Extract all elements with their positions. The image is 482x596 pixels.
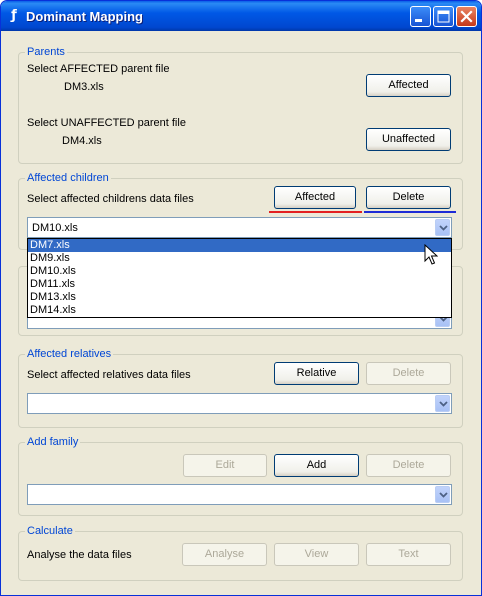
list-item[interactable]: DM14.xls	[28, 304, 451, 317]
window-title: Dominant Mapping	[26, 9, 143, 24]
blue-annotation-underline	[364, 211, 456, 213]
calculate-legend: Calculate	[25, 524, 75, 538]
affected-children-button[interactable]: Affected	[274, 186, 356, 209]
affected-children-delete-button[interactable]: Delete	[366, 186, 451, 209]
add-family-legend: Add family	[25, 435, 81, 449]
add-family-delete-button[interactable]: Delete	[366, 454, 451, 477]
text-button[interactable]: Text	[366, 543, 451, 566]
main-window: ƒ Dominant Mapping Parents Select AFFECT…	[0, 0, 482, 596]
title-bar[interactable]: ƒ Dominant Mapping	[1, 1, 481, 31]
chevron-down-icon[interactable]	[435, 219, 450, 236]
minimize-button[interactable]	[410, 6, 431, 27]
maximize-button[interactable]	[433, 6, 454, 27]
calculate-prompt: Analyse the data files	[27, 549, 132, 561]
affected-children-prompt: Select affected childrens data files	[27, 193, 194, 205]
add-button[interactable]: Add	[274, 454, 359, 477]
app-icon[interactable]: ƒ	[7, 8, 21, 24]
list-item[interactable]: DM10.xls	[28, 265, 451, 278]
red-annotation-underline	[269, 211, 362, 213]
close-button[interactable]	[456, 6, 477, 27]
parents-legend: Parents	[25, 45, 67, 59]
minimize-icon	[415, 19, 422, 22]
analyse-button[interactable]: Analyse	[182, 543, 267, 566]
list-item[interactable]: DM7.xls	[28, 239, 451, 252]
chevron-down-icon[interactable]	[435, 395, 450, 412]
unaffected-parent-file: DM4.xls	[62, 135, 102, 147]
affected-relatives-prompt: Select affected relatives data files	[27, 369, 191, 381]
affected-relatives-combo[interactable]	[27, 393, 452, 414]
affected-relatives-legend: Affected relatives	[25, 347, 114, 361]
affected-parent-prompt: Select AFFECTED parent file	[27, 63, 170, 75]
edit-button[interactable]: Edit	[183, 454, 267, 477]
affected-children-combo-value: DM10.xls	[32, 222, 78, 234]
mouse-cursor-icon	[424, 244, 438, 265]
relative-button[interactable]: Relative	[274, 362, 359, 385]
affected-children-dropdown-list[interactable]: DM7.xls DM9.xls DM10.xls DM11.xls DM13.x…	[27, 238, 452, 318]
chevron-down-icon[interactable]	[435, 486, 450, 503]
view-button[interactable]: View	[274, 543, 359, 566]
unaffected-parent-button[interactable]: Unaffected	[366, 128, 451, 151]
affected-relatives-delete-button[interactable]: Delete	[366, 362, 451, 385]
affected-children-legend: Affected children	[25, 171, 111, 185]
list-item[interactable]: DM11.xls	[28, 278, 451, 291]
affected-parent-file: DM3.xls	[64, 81, 104, 93]
list-item[interactable]: DM9.xls	[28, 252, 451, 265]
affected-parent-button[interactable]: Affected	[366, 74, 451, 97]
list-item[interactable]: DM13.xls	[28, 291, 451, 304]
affected-children-combo[interactable]: DM10.xls	[27, 217, 452, 238]
unaffected-parent-prompt: Select UNAFFECTED parent file	[27, 117, 186, 129]
add-family-combo[interactable]	[27, 484, 452, 505]
close-icon	[460, 10, 473, 23]
maximize-icon	[437, 10, 450, 23]
